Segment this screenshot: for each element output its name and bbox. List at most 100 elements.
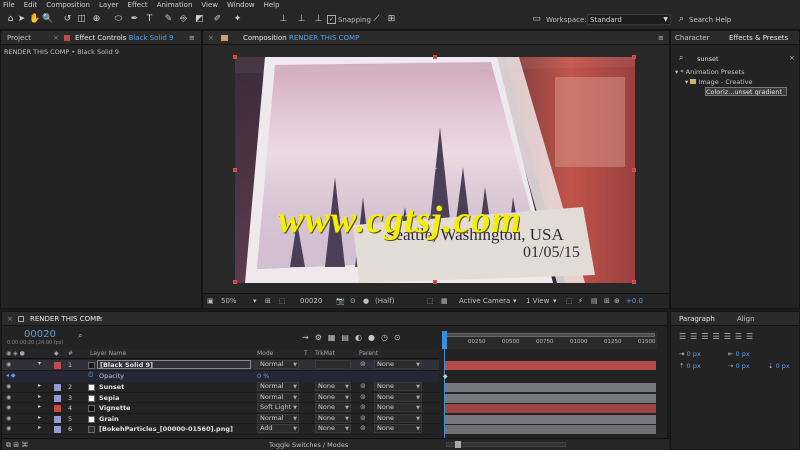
expand-triangle-icon[interactable]: ▸ [38, 424, 41, 431]
tab-effect-controls[interactable]: Effect Controls Black Solid 9 [75, 34, 173, 42]
blend-mode-select[interactable]: Normal [257, 392, 299, 402]
opacity-value[interactable]: 0 % [257, 372, 269, 380]
menu-item-layer[interactable]: Layer [99, 1, 119, 9]
home-icon[interactable]: ⌂ [5, 14, 16, 25]
selection-tool-icon[interactable]: ➤ [16, 14, 27, 25]
snapping-checkbox[interactable]: ✓ [327, 15, 336, 24]
selection-handle[interactable] [233, 55, 237, 59]
camera-select[interactable]: Active Camera [459, 297, 510, 305]
reset-exposure-icon[interactable]: ⊕ [614, 297, 620, 305]
current-time-field[interactable]: 00020 [300, 297, 322, 305]
eraser-tool-icon[interactable]: ◩ [194, 14, 205, 25]
tab-character[interactable]: Character [675, 34, 710, 42]
hand-tool-icon[interactable]: ✋ [29, 14, 40, 25]
space-after-field[interactable]: ⇣ 0 px [768, 362, 790, 370]
layer-name-header[interactable]: Layer Name [90, 350, 126, 357]
search-icon[interactable]: ⌕ [78, 331, 82, 341]
track-matte-select[interactable]: None [315, 403, 351, 412]
expand-triangle-icon[interactable]: ▸ [38, 382, 41, 389]
views-select[interactable]: 1 View [526, 297, 549, 305]
panel-menu-icon[interactable]: ≡ [97, 315, 103, 323]
stopwatch-icon[interactable]: ⏱ [88, 371, 93, 380]
tree-item-preset[interactable]: Coloriz...unset gradient [705, 87, 787, 96]
axis-local-icon[interactable]: ⊥ [278, 14, 289, 25]
panel-menu-icon[interactable]: ≡ [189, 34, 195, 42]
type-tool-icon[interactable]: T [144, 14, 155, 25]
layer-label-color[interactable] [54, 415, 61, 423]
zoom-tool-icon[interactable]: 🔍 [42, 14, 53, 25]
snapshot-icon[interactable]: 📷 [336, 297, 345, 305]
work-area-bar[interactable] [444, 333, 655, 337]
selection-handle[interactable] [233, 168, 237, 172]
layer-duration-bar[interactable] [445, 425, 656, 434]
layer-row[interactable]: ◉ ▸ 3 Sepia Normal None ⊚ None [2, 392, 439, 403]
tab-align[interactable]: Align [737, 315, 755, 323]
layer-row[interactable]: ◉ ▸ 6 [BokehParticles_[00000-01560].png] Add… [2, 424, 439, 435]
selection-handle[interactable] [433, 55, 437, 59]
blend-mode-select[interactable]: Normal [257, 360, 299, 369]
lock-icon[interactable] [18, 316, 24, 322]
close-icon[interactable]: × [53, 34, 59, 42]
zoom-slider-handle[interactable] [455, 441, 461, 448]
resolution-select[interactable]: (Half) [375, 297, 394, 305]
always-preview-icon[interactable]: ▣ [207, 297, 214, 305]
tab-paragraph[interactable]: Paragraph [679, 315, 715, 323]
visibility-eye-icon[interactable]: ◉ [6, 425, 11, 432]
layer-name[interactable]: Grain [99, 415, 119, 423]
layer-row[interactable]: ◉ ▸ 5 Grain Normal None ⊚ None [2, 413, 439, 424]
chevron-down-icon[interactable]: ▾ [253, 297, 257, 305]
layer-name[interactable]: [BokehParticles_[00000-01560].png] [99, 425, 233, 433]
tab-effects-presets[interactable]: Effects & Presets [729, 34, 788, 42]
layer-duration-bar[interactable] [445, 383, 656, 392]
selection-handle[interactable] [632, 280, 636, 284]
workspace-select[interactable]: Standard [587, 14, 671, 25]
menu-item-file[interactable]: File [3, 1, 15, 9]
keyframe-marker[interactable]: ◆ [443, 373, 448, 380]
layer-name[interactable]: Vignette [99, 404, 130, 412]
puppet-tool-icon[interactable]: ✦ [232, 14, 243, 25]
pen-tool-icon[interactable]: ✒ [129, 14, 140, 25]
axis-view-icon[interactable]: ⊥ [313, 14, 324, 25]
clone-stamp-icon[interactable]: ⎆ [178, 14, 189, 25]
snap-option-icon[interactable]: ⟋ [371, 14, 382, 25]
parent-select[interactable]: None [374, 424, 422, 433]
pickwhip-icon[interactable]: ⊚ [360, 382, 366, 390]
selection-handle[interactable] [632, 55, 636, 59]
rotate-tool-icon[interactable]: ↺ [62, 14, 73, 25]
visibility-eye-icon[interactable]: ◉ [6, 415, 11, 422]
pickwhip-icon[interactable]: ⊚ [360, 424, 366, 432]
toggle-pixel-aspect-icon[interactable]: ⬚ [566, 297, 573, 305]
fast-previews-icon[interactable]: ⚡ [578, 297, 583, 305]
track-matte-select[interactable] [315, 360, 351, 369]
brush-tool-icon[interactable]: ✎ [163, 14, 174, 25]
pickwhip-icon[interactable]: ⊚ [360, 414, 366, 422]
menu-item-view[interactable]: View [201, 1, 218, 9]
space-before-field[interactable]: ⇡ 0 px [679, 362, 701, 370]
tab-timeline[interactable]: RENDER THIS COMP [30, 315, 100, 323]
layer-label-color[interactable] [54, 405, 61, 412]
menu-item-edit[interactable]: Edit [24, 1, 38, 9]
zoom-slider[interactable] [446, 442, 566, 447]
timeline-switch-icons[interactable]: ⇝⚙▦▤◐●◷⊙ [302, 333, 407, 342]
transparency-grid-icon[interactable]: ▦ [441, 297, 448, 305]
ellipse-tool-icon[interactable]: ⬭ [113, 14, 124, 25]
blend-mode-select[interactable]: Normal [257, 382, 299, 391]
time-ruler[interactable]: 00250 00500 00750 01000 01250 01500 [442, 331, 657, 349]
track-matte-select[interactable]: None [315, 413, 351, 423]
tab-project[interactable]: Project [7, 34, 31, 42]
exposure-value[interactable]: +0.0 [626, 297, 643, 305]
snap-option-icon[interactable]: ⊞ [386, 14, 397, 25]
expand-triangle-icon[interactable]: ▸ [38, 393, 41, 400]
tree-item-image-creative[interactable]: ▾ Image - Creative [685, 78, 753, 86]
close-icon[interactable]: × [7, 315, 13, 323]
chevron-down-icon[interactable]: ▾ [553, 297, 557, 305]
pickwhip-icon[interactable]: ⊚ [360, 360, 366, 368]
parent-select[interactable]: None [374, 392, 422, 402]
expand-triangle-icon[interactable]: ▸ [38, 403, 41, 410]
track-matte-select[interactable]: None [315, 392, 351, 402]
layer-duration-bar[interactable] [445, 404, 656, 413]
layer-row[interactable]: ◉ ▸ 2 Sunset Normal None ⊚ None [2, 382, 439, 393]
pickwhip-icon[interactable]: ⊚ [360, 403, 366, 411]
tree-item-animation-presets[interactable]: ▾ * Animation Presets [675, 68, 745, 76]
current-time-display[interactable]: 00020 [24, 329, 56, 340]
